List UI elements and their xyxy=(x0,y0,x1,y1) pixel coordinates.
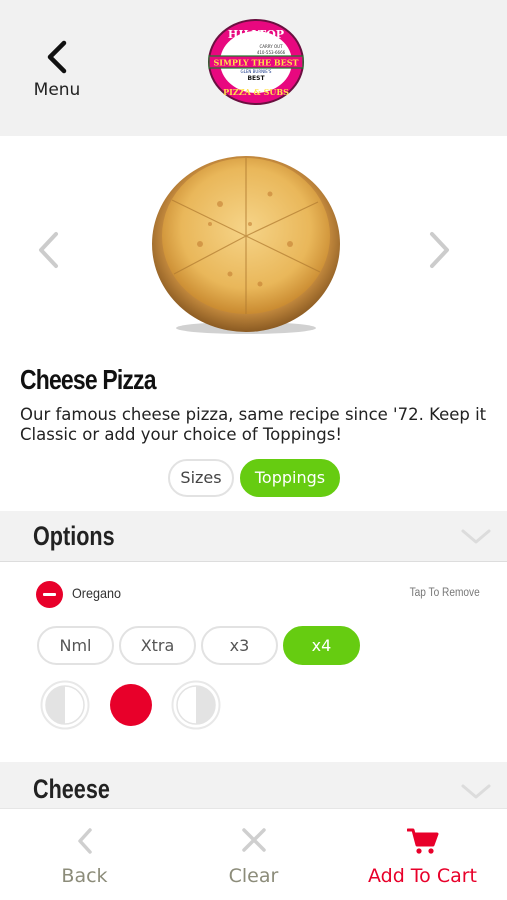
divider xyxy=(0,561,507,562)
close-icon xyxy=(241,828,266,852)
left-half-coverage-icon[interactable] xyxy=(40,680,90,730)
product-title: Cheese Pizza xyxy=(20,364,156,395)
previous-image-arrow-icon[interactable] xyxy=(36,231,60,269)
chevron-left-icon xyxy=(77,828,92,854)
chevron-down-icon xyxy=(461,529,491,544)
menu-label: Menu xyxy=(33,80,81,100)
chevron-down-icon xyxy=(461,784,491,799)
topping-row-oregano: Oregano Tap To Remove xyxy=(36,581,486,609)
svg-text:SIMPLY THE BEST: SIMPLY THE BEST xyxy=(214,58,299,68)
topping-name: Oregano xyxy=(72,585,122,601)
tab-sizes[interactable]: Sizes xyxy=(168,459,234,497)
product-image-carousel xyxy=(0,136,507,360)
back-label: Back xyxy=(61,865,108,887)
clear-label: Clear xyxy=(228,865,279,887)
remove-topping-button[interactable] xyxy=(36,581,63,608)
tab-toppings[interactable]: Toppings xyxy=(240,459,340,497)
amount-button-nml[interactable]: Nml xyxy=(37,626,114,665)
next-image-arrow-icon[interactable] xyxy=(428,231,452,269)
svg-text:HILLTOP: HILLTOP xyxy=(228,28,284,41)
svg-text:PIZZA & SUBS: PIZZA & SUBS xyxy=(223,87,289,97)
menu-back-button[interactable]: Menu xyxy=(22,40,92,110)
add-to-cart-label: Add To Cart xyxy=(367,865,478,887)
svg-text:CARRY OUT: CARRY OUT xyxy=(259,44,283,49)
right-half-coverage-icon[interactable] xyxy=(171,680,221,730)
svg-text:410-553-6666: 410-553-6666 xyxy=(257,50,286,55)
cheese-title: Cheese xyxy=(33,774,110,804)
pizza-image xyxy=(152,156,340,334)
whole-coverage-icon[interactable] xyxy=(106,680,156,730)
options-section-header[interactable]: Options xyxy=(0,511,507,561)
svg-text:GLEN BURNIE'S: GLEN BURNIE'S xyxy=(241,69,272,74)
shopping-cart-icon xyxy=(406,828,438,854)
add-to-cart-button[interactable]: Add To Cart xyxy=(338,809,507,900)
back-button[interactable]: Back xyxy=(0,809,169,900)
app-header: Menu HILLTOP CARRY OUT 410-553-6666 SIMP… xyxy=(0,0,507,136)
hilltop-logo: HILLTOP CARRY OUT 410-553-6666 SIMPLY TH… xyxy=(207,18,305,106)
cheese-section-header[interactable]: Cheese xyxy=(0,762,507,810)
bottom-action-bar: Back Clear Add To Cart xyxy=(0,808,507,900)
amount-button-xtra[interactable]: Xtra xyxy=(119,626,196,665)
product-description: Our famous cheese pizza, same recipe sin… xyxy=(20,405,487,444)
clear-button[interactable]: Clear xyxy=(169,809,338,900)
chevron-left-icon xyxy=(47,40,67,74)
options-title: Options xyxy=(33,521,115,551)
amount-button-x3[interactable]: x3 xyxy=(201,626,278,665)
svg-text:BEST: BEST xyxy=(247,75,265,82)
amount-button-x4[interactable]: x4 xyxy=(283,626,360,665)
tap-to-remove-hint: Tap To Remove xyxy=(409,587,480,599)
